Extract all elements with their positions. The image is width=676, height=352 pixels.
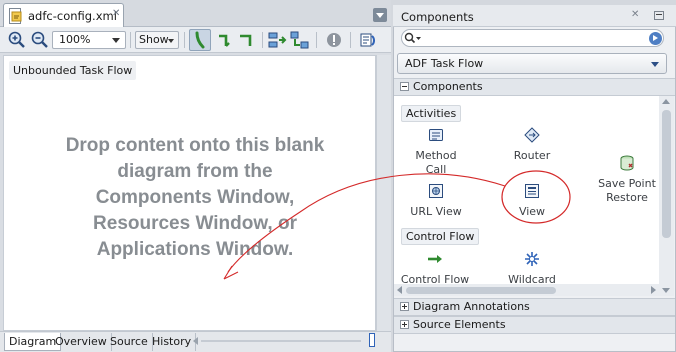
scroll-left-icon[interactable] — [193, 337, 198, 345]
activities-group-label: Activities — [401, 105, 462, 122]
scroll-up-icon[interactable] — [662, 99, 670, 104]
tab-source[interactable]: Source — [106, 333, 153, 351]
chevron-down-icon — [168, 39, 174, 43]
collapse-icon — [400, 82, 409, 91]
toolbar-divider — [130, 32, 131, 48]
expand-icon — [400, 320, 409, 329]
zoom-out-icon[interactable] — [31, 30, 49, 50]
component-label: Method Call — [415, 149, 457, 176]
toolbar-divider — [350, 32, 351, 48]
hint-line: Applications Window. — [96, 239, 294, 260]
show-menu-button[interactable]: Show — [135, 31, 179, 49]
section-title: Diagram Annotations — [413, 300, 530, 313]
document-tab[interactable]: adfc-config.xml ✕ — [3, 3, 124, 28]
show-menu-label: Show — [139, 33, 169, 46]
palette-page-select[interactable]: ADF Task Flow — [397, 53, 667, 74]
components-section-header[interactable]: Components — [394, 78, 675, 96]
tab-history[interactable]: History — [148, 333, 197, 351]
component-method-call[interactable]: Method Call — [404, 127, 468, 177]
tab-overview[interactable]: Overview — [51, 333, 112, 351]
task-flow-type-label: Unbounded Task Flow — [9, 61, 137, 80]
tab-list-dropdown-icon[interactable] — [373, 8, 387, 22]
expand-icon — [400, 302, 409, 311]
scroll-thumb[interactable] — [662, 110, 671, 238]
component-label: Save Point Restore — [598, 177, 656, 204]
scroll-right-icon[interactable] — [651, 286, 656, 294]
minimize-icon[interactable] — [654, 11, 664, 20]
hint-line: diagram from the — [117, 161, 273, 182]
toolbar-divider — [184, 32, 185, 48]
component-search-input[interactable] — [401, 29, 664, 47]
component-router[interactable]: Router — [500, 127, 564, 163]
url-view-icon — [428, 183, 444, 199]
diagram-toolbar: 100% Show — [0, 27, 391, 53]
section-title: Source Elements — [413, 318, 506, 331]
component-label: URL View — [410, 205, 462, 218]
components-horizontal-scrollbar[interactable] — [394, 284, 659, 296]
component-label: View — [518, 205, 546, 218]
polyline-connector-icon[interactable] — [216, 30, 234, 50]
method-call-icon — [428, 127, 444, 143]
zoom-level-select[interactable]: 100% — [52, 31, 126, 49]
chevron-down-icon — [112, 38, 120, 43]
empty-diagram-hint: Drop content onto this blank diagram fro… — [40, 133, 350, 263]
xml-file-icon — [9, 8, 23, 24]
toolbar-divider — [262, 32, 263, 48]
search-icon[interactable] — [404, 32, 422, 47]
wildcard-icon — [524, 251, 540, 267]
scroll-left-icon[interactable] — [397, 286, 402, 294]
select-tool-button[interactable] — [189, 29, 211, 51]
diagram-annotations-section-header[interactable]: Diagram Annotations — [394, 298, 675, 316]
control-flow-group-label: Control Flow — [401, 228, 480, 245]
component-url-view[interactable]: URL View — [404, 183, 468, 219]
source-elements-section-header[interactable]: Source Elements — [394, 316, 675, 334]
component-save-point-restore[interactable]: Save Point Restore — [592, 127, 662, 205]
zoom-level-value: 100% — [59, 33, 91, 46]
chevron-down-icon — [651, 62, 659, 67]
scroll-corner — [369, 333, 375, 347]
toolbar-divider — [316, 32, 317, 48]
canvas-vertical-scrollbar[interactable] — [376, 55, 391, 331]
close-tab-icon[interactable]: ✕ — [112, 8, 120, 19]
scroll-thumb[interactable] — [406, 287, 556, 294]
align-layout-icon[interactable] — [268, 30, 288, 50]
hint-line: Drop content onto this blank — [65, 135, 325, 156]
component-wildcard[interactable]: Wildcard — [500, 251, 564, 287]
component-view[interactable]: View — [500, 183, 564, 219]
scroll-down-icon[interactable] — [662, 288, 670, 293]
view-icon — [524, 183, 540, 199]
search-go-icon[interactable] — [649, 32, 662, 45]
close-icon[interactable]: ✕ — [631, 9, 639, 20]
component-label: Router — [513, 149, 551, 162]
save-point-restore-icon — [619, 141, 635, 171]
scroll-track — [201, 340, 361, 342]
palette-page-value: ADF Task Flow — [405, 57, 484, 70]
hint-line: Resources Window, or — [93, 213, 297, 234]
components-vertical-scrollbar[interactable] — [659, 96, 674, 296]
refresh-diagram-icon[interactable] — [357, 30, 377, 50]
hint-line: Components Window, — [95, 187, 295, 208]
components-window-title: Components — [401, 10, 474, 24]
section-title: Components — [413, 80, 483, 93]
router-icon — [524, 127, 540, 143]
component-control-flow[interactable]: Control Flow — [400, 251, 470, 287]
distribute-layout-icon[interactable] — [290, 30, 310, 50]
orthogonal-connector-icon[interactable] — [238, 30, 256, 50]
control-flow-icon — [427, 251, 443, 267]
validation-warning-icon[interactable] — [325, 30, 343, 50]
zoom-in-icon[interactable] — [8, 30, 26, 50]
canvas-horizontal-scrollbar[interactable] — [193, 337, 363, 345]
document-tab-title: adfc-config.xml — [28, 9, 117, 23]
